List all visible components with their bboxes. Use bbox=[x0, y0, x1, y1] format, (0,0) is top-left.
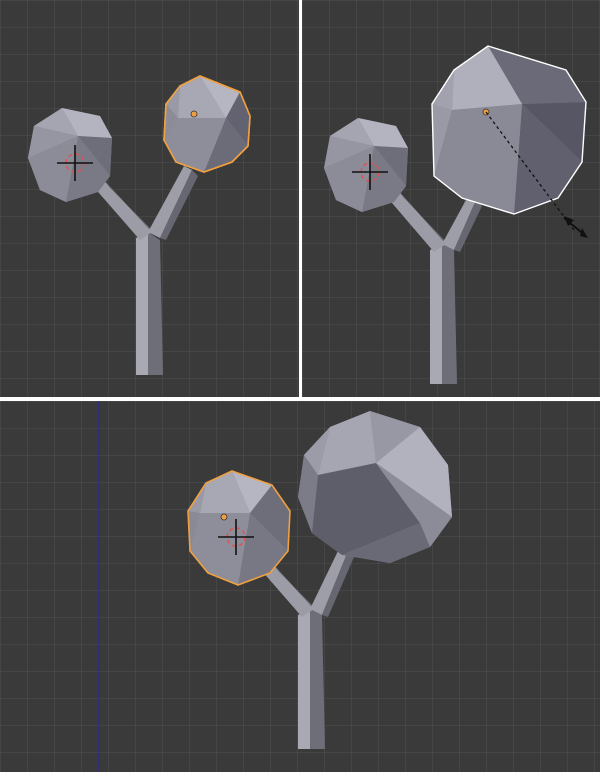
viewport-top-left-scene bbox=[28, 75, 251, 375]
tree-trunk[interactable] bbox=[136, 232, 148, 375]
viewport-bottom[interactable] bbox=[0, 401, 600, 772]
sphere-left[interactable] bbox=[324, 118, 408, 212]
sphere-right-scaling[interactable] bbox=[431, 45, 587, 215]
viewport-top-left[interactable] bbox=[0, 0, 299, 397]
tree-trunk-shade bbox=[310, 609, 325, 749]
sphere-right-selected[interactable] bbox=[163, 75, 251, 173]
tree-trunk[interactable] bbox=[430, 244, 442, 384]
tree-trunk-shade bbox=[148, 232, 163, 375]
tree-trunk[interactable] bbox=[298, 609, 310, 749]
tree-trunk-shade bbox=[442, 244, 457, 384]
viewport-top-right[interactable] bbox=[302, 0, 600, 397]
viewport-bottom-scene bbox=[98, 401, 452, 772]
sphere-right-large[interactable] bbox=[298, 411, 452, 563]
object-origin-icon bbox=[220, 513, 228, 521]
viewport-top-right-scene bbox=[324, 45, 588, 384]
object-origin-icon bbox=[190, 110, 198, 118]
blender-tutorial-composite bbox=[0, 0, 600, 772]
